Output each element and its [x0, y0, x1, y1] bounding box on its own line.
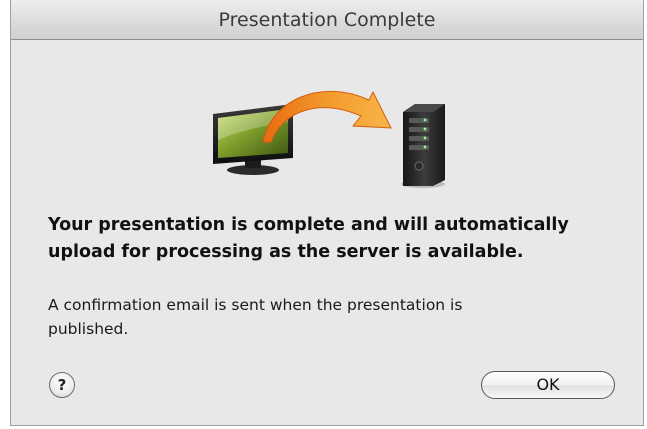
headline-line-1: Your presentation is complete and will a… — [48, 215, 569, 235]
server-icon — [401, 104, 445, 188]
ok-button[interactable]: OK — [481, 371, 615, 399]
headline-message: Your presentation is complete and will a… — [48, 212, 638, 266]
help-button[interactable]: ? — [49, 372, 75, 398]
upload-illustration — [213, 90, 445, 188]
detail-line-2: published. — [48, 320, 129, 338]
presentation-complete-dialog: Presentation Complete Your presentation … — [10, 0, 644, 426]
headline-line-2: upload for processing as the server is a… — [48, 242, 524, 262]
detail-message: A confirmation email is sent when the pr… — [48, 293, 638, 341]
title-bar[interactable]: Presentation Complete — [11, 0, 643, 40]
detail-line-1: A confirmation email is sent when the pr… — [48, 296, 463, 314]
window-title: Presentation Complete — [218, 9, 436, 31]
help-button-label: ? — [57, 376, 67, 394]
ok-button-label: OK — [536, 375, 560, 394]
